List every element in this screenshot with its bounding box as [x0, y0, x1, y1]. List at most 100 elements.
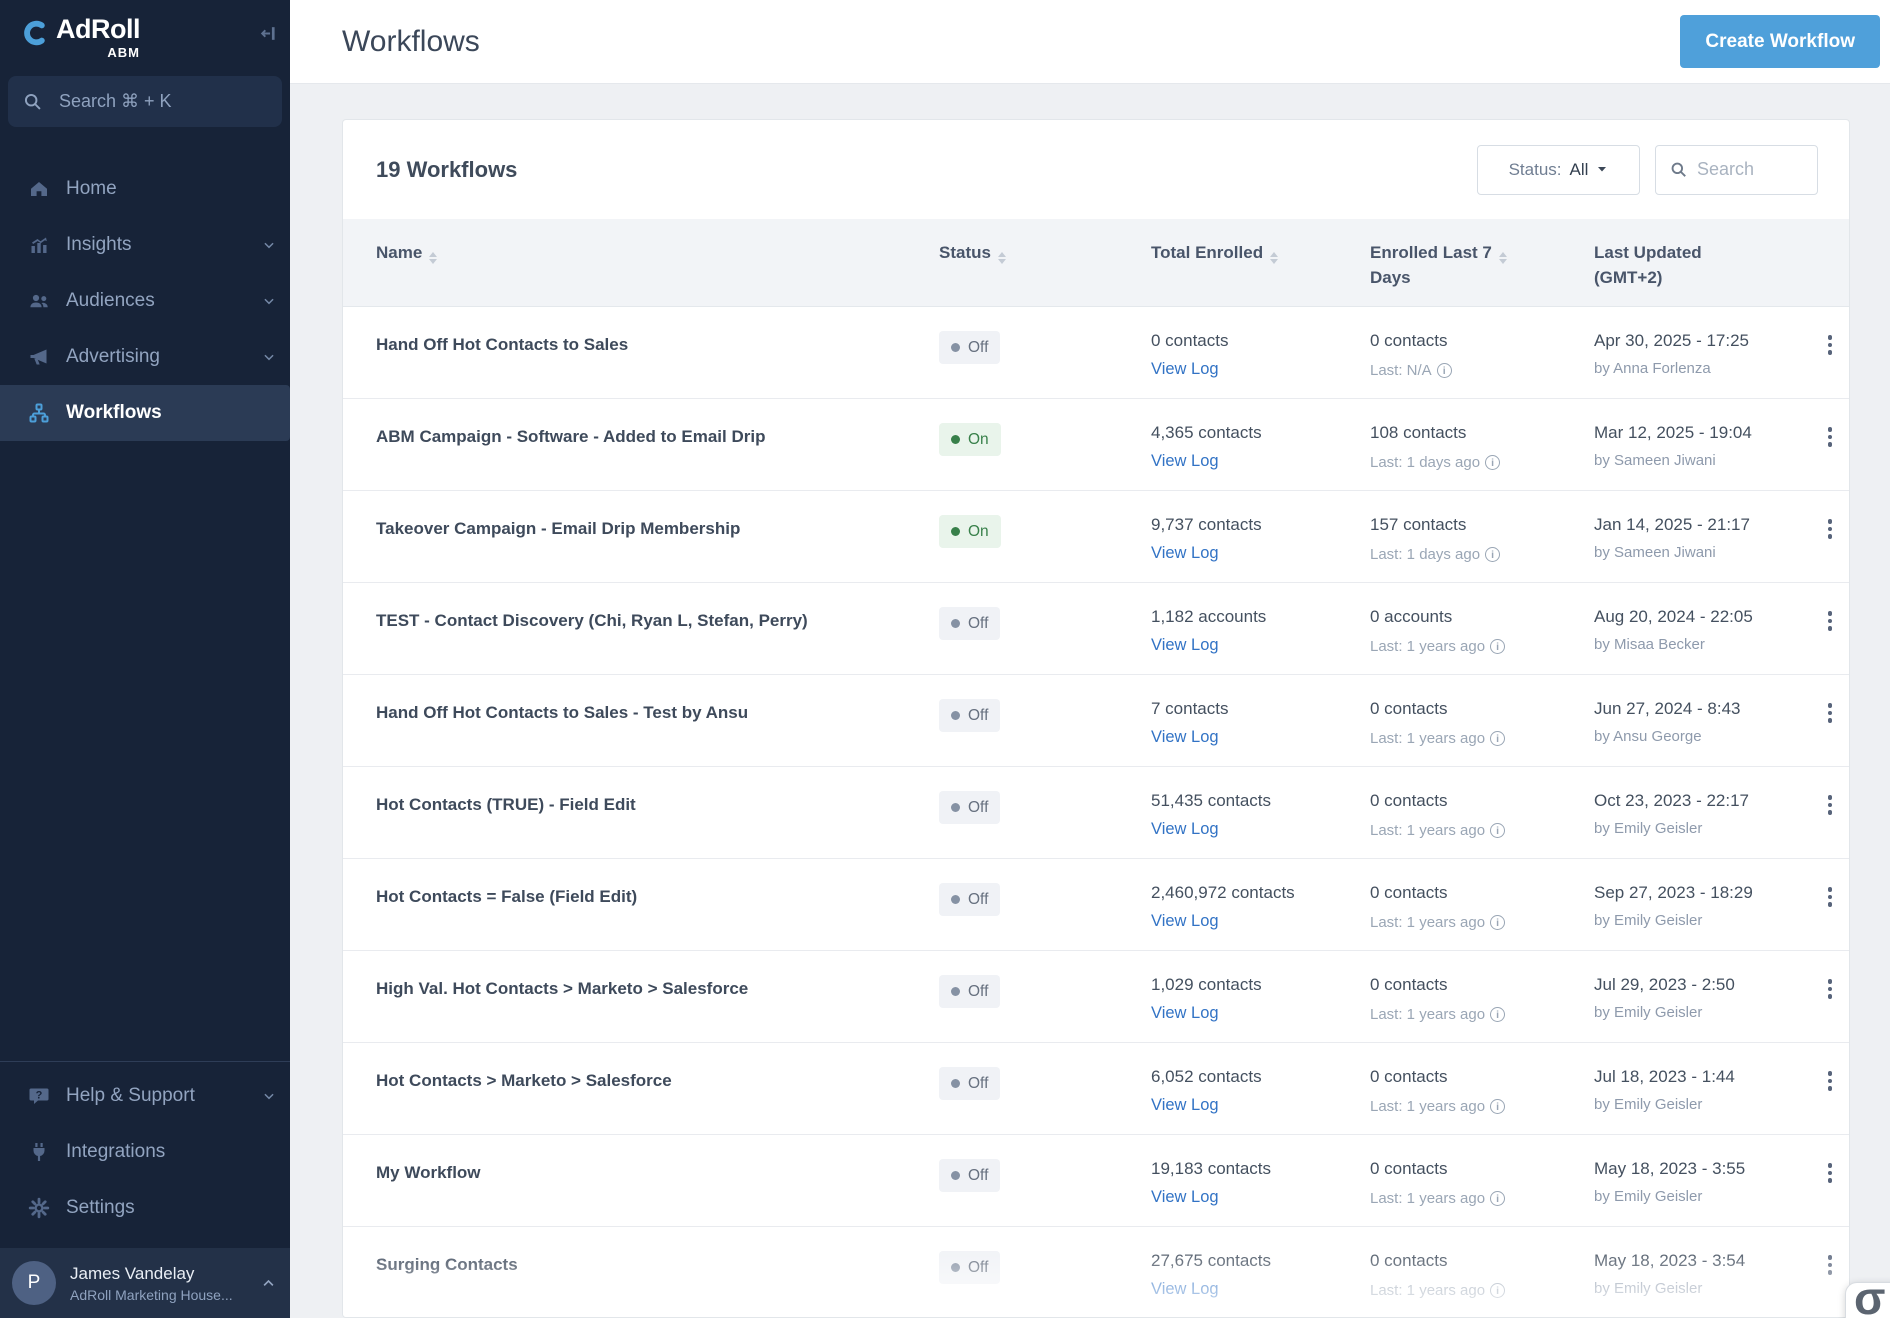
row-actions-menu-icon[interactable] [1811, 399, 1849, 490]
view-log-link[interactable]: View Log [1151, 820, 1219, 839]
view-log-link[interactable]: View Log [1151, 1096, 1219, 1115]
brand-name: AdRoll [56, 14, 141, 44]
status-dot-icon [951, 987, 960, 996]
view-log-link[interactable]: View Log [1151, 360, 1219, 379]
status-cell: On [939, 399, 1151, 490]
enrolled-7-days-cell: 0 accounts Last: 1 years ago i [1370, 583, 1594, 674]
row-actions-menu-icon[interactable] [1811, 583, 1849, 674]
sort-icon[interactable] [997, 252, 1006, 264]
status-dot-icon [951, 1079, 960, 1088]
info-icon[interactable]: i [1490, 731, 1506, 746]
page-header: Workflows Create Workflow [290, 0, 1890, 84]
status-badge: Off [939, 1159, 1001, 1192]
status-dot-icon [951, 1171, 960, 1180]
info-icon[interactable]: i [1490, 1007, 1506, 1022]
workflow-name[interactable]: Takeover Campaign - Email Drip Membershi… [343, 491, 939, 582]
info-icon[interactable]: i [1490, 1283, 1506, 1298]
chat-launcher-button[interactable]: σ [1845, 1282, 1890, 1318]
column-header-last-updated[interactable]: Last Updated (GMT+2) [1594, 219, 1811, 306]
status-badge: Off [939, 607, 1001, 640]
user-menu[interactable]: P James Vandelay AdRoll Marketing House.… [0, 1248, 290, 1318]
sort-icon[interactable] [1270, 252, 1279, 264]
sidebar-item-audiences[interactable]: Audiences [0, 273, 290, 329]
status-filter-dropdown[interactable]: Status: All [1477, 144, 1640, 195]
table-row: Hot Contacts > Marketo > Salesforce Off … [343, 1043, 1849, 1135]
column-header-enrolled-last-7-days[interactable]: Enrolled Last 7 Days [1370, 219, 1594, 306]
enrolled-7-days-cell: 0 contacts Last: 1 years ago i [1370, 1135, 1594, 1226]
page-title: Workflows [342, 24, 480, 58]
workflow-name[interactable]: Hot Contacts (TRUE) - Field Edit [343, 767, 939, 858]
sidebar-item-help-support[interactable]: ? Help & Support [0, 1068, 290, 1124]
info-icon[interactable]: i [1485, 547, 1501, 562]
sidebar-item-workflows[interactable]: Workflows [0, 385, 290, 441]
table-header-row: Name Status Total Enrolled Enrolled Last… [343, 219, 1849, 307]
info-icon[interactable]: i [1485, 455, 1501, 470]
workflow-name[interactable]: High Val. Hot Contacts > Marketo > Sales… [343, 951, 939, 1042]
status-dot-icon [951, 435, 960, 444]
sidebar-item-settings[interactable]: Settings [0, 1180, 290, 1236]
view-log-link[interactable]: View Log [1151, 912, 1219, 931]
total-enrolled-cell: 51,435 contacts View Log [1151, 767, 1370, 858]
sidebar-item-insights[interactable]: Insights [0, 217, 290, 273]
enrolled-7-days-value: 0 contacts [1370, 331, 1448, 350]
row-actions-menu-icon[interactable] [1811, 675, 1849, 766]
workflow-name[interactable]: Surging Contacts [343, 1227, 939, 1317]
row-actions-menu-icon[interactable] [1811, 1043, 1849, 1134]
table-search-input[interactable]: Search [1655, 144, 1818, 195]
workflow-name[interactable]: ABM Campaign - Software - Added to Email… [343, 399, 939, 490]
view-log-link[interactable]: View Log [1151, 1004, 1219, 1023]
sidebar-item-label: Home [66, 178, 117, 199]
column-header-total-enrolled[interactable]: Total Enrolled [1151, 219, 1370, 306]
table-row: Surging Contacts Off 27,675 contacts Vie… [343, 1227, 1849, 1317]
sidebar-item-home[interactable]: Home [0, 161, 290, 217]
last-enrolled-label: Last: 1 days ago [1370, 454, 1481, 471]
total-enrolled-value: 51,435 contacts [1151, 791, 1272, 810]
status-cell: Off [939, 1227, 1151, 1317]
info-icon[interactable]: i [1436, 363, 1452, 378]
row-actions-menu-icon[interactable] [1811, 859, 1849, 950]
last-updated-date: Sep 27, 2023 - 18:29 [1594, 883, 1753, 902]
row-actions-menu-icon[interactable] [1811, 1227, 1849, 1317]
total-enrolled-value: 0 contacts [1151, 331, 1229, 350]
workflow-name[interactable]: Hot Contacts = False (Field Edit) [343, 859, 939, 950]
workflow-name[interactable]: TEST - Contact Discovery (Chi, Ryan L, S… [343, 583, 939, 674]
column-header-name[interactable]: Name [343, 219, 939, 306]
chevron-down-icon [262, 350, 276, 364]
row-actions-menu-icon[interactable] [1811, 767, 1849, 858]
row-actions-menu-icon[interactable] [1811, 307, 1849, 398]
last-updated-date: Mar 12, 2025 - 19:04 [1594, 423, 1752, 442]
row-actions-menu-icon[interactable] [1811, 951, 1849, 1042]
row-actions-menu-icon[interactable] [1811, 491, 1849, 582]
workflow-name[interactable]: My Workflow [343, 1135, 939, 1226]
sidebar-item-advertising[interactable]: Advertising [0, 329, 290, 385]
view-log-link[interactable]: View Log [1151, 1280, 1219, 1299]
last-updated-by: by Ansu George [1594, 728, 1702, 745]
view-log-link[interactable]: View Log [1151, 1188, 1219, 1207]
workflow-name[interactable]: Hand Off Hot Contacts to Sales - Test by… [343, 675, 939, 766]
adroll-logo: AdRoll ABM [22, 16, 290, 60]
view-log-link[interactable]: View Log [1151, 452, 1219, 471]
column-header-status[interactable]: Status [939, 219, 1151, 306]
info-icon[interactable]: i [1490, 823, 1506, 838]
row-actions-menu-icon[interactable] [1811, 1135, 1849, 1226]
view-log-link[interactable]: View Log [1151, 728, 1219, 747]
last-enrolled-label: Last: 1 years ago [1370, 1282, 1486, 1299]
view-log-link[interactable]: View Log [1151, 636, 1219, 655]
info-icon[interactable]: i [1490, 639, 1506, 654]
workflow-name[interactable]: Hand Off Hot Contacts to Sales [343, 307, 939, 398]
sidebar-item-integrations[interactable]: Integrations [0, 1124, 290, 1180]
sort-icon[interactable] [429, 252, 438, 264]
info-icon[interactable]: i [1490, 1191, 1506, 1206]
sidebar-search-input[interactable]: Search ⌘ + K [8, 76, 282, 127]
info-icon[interactable]: i [1490, 915, 1506, 930]
user-name: James Vandelay [70, 1263, 195, 1283]
info-icon[interactable]: i [1490, 1099, 1506, 1114]
view-log-link[interactable]: View Log [1151, 544, 1219, 563]
last-updated-cell: Jul 18, 2023 - 1:44 by Emily Geisler [1594, 1043, 1811, 1134]
sidebar-collapse-icon[interactable] [259, 24, 278, 48]
content-area: 19 Workflows Status: All Search Name Sta… [290, 84, 1890, 1318]
create-workflow-button[interactable]: Create Workflow [1680, 15, 1880, 68]
sort-icon[interactable] [1498, 252, 1507, 264]
last-updated-date: May 18, 2023 - 3:55 [1594, 1159, 1746, 1178]
workflow-name[interactable]: Hot Contacts > Marketo > Salesforce [343, 1043, 939, 1134]
